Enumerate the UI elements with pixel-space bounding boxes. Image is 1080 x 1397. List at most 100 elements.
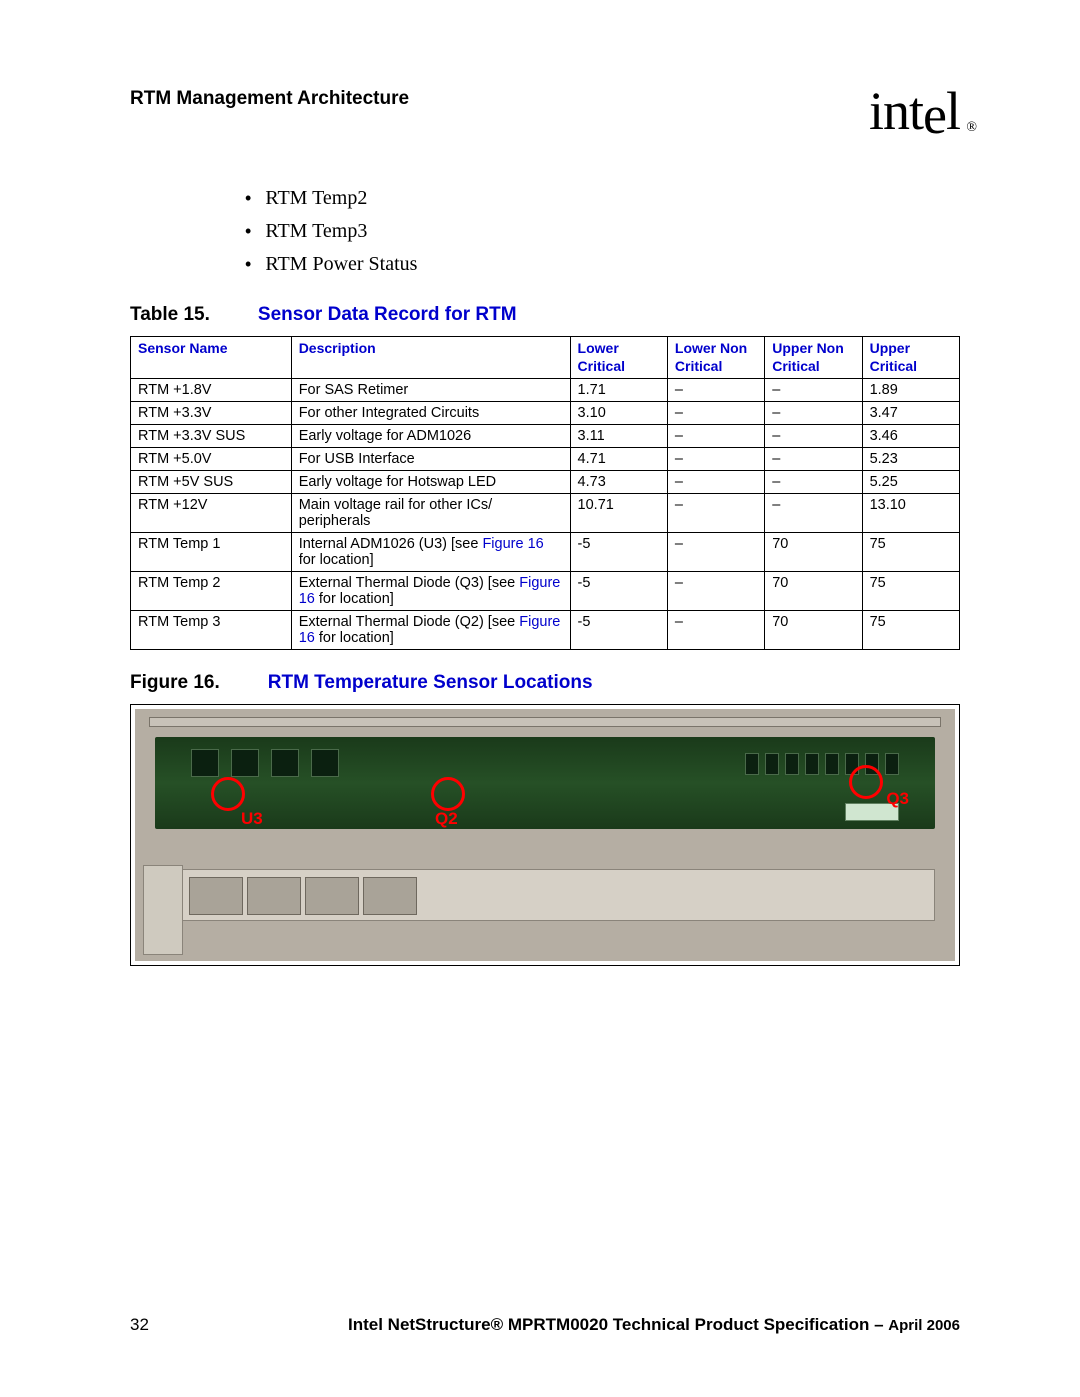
col-upper-critical: Upper Critical bbox=[862, 337, 959, 379]
page-header: RTM Management Architecture intel® bbox=[130, 80, 960, 142]
page-number: 32 bbox=[130, 1315, 149, 1335]
table-row: RTM +5V SUSEarly voltage for Hotswap LED… bbox=[131, 471, 960, 494]
figure-title: RTM Temperature Sensor Locations bbox=[268, 672, 593, 693]
cell-sensor-name: RTM Temp 3 bbox=[131, 611, 292, 650]
cell-description: Early voltage for Hotswap LED bbox=[291, 471, 570, 494]
bullet-list: RTM Temp2 RTM Temp3 RTM Power Status bbox=[245, 187, 960, 276]
cell-value: 75 bbox=[862, 533, 959, 572]
cell-value: – bbox=[765, 471, 862, 494]
cell-description: Early voltage for ADM1026 bbox=[291, 425, 570, 448]
figure-link[interactable]: Figure 16 bbox=[299, 575, 561, 607]
table-caption: Table 15. Sensor Data Record for RTM bbox=[130, 304, 960, 326]
table-row: RTM Temp 3External Thermal Diode (Q2) [s… bbox=[131, 611, 960, 650]
sensor-label-q2: Q2 bbox=[435, 809, 458, 829]
cell-value: 5.23 bbox=[862, 448, 959, 471]
pcb-ports bbox=[189, 877, 417, 915]
cell-value: 4.71 bbox=[570, 448, 667, 471]
cell-value: 13.10 bbox=[862, 494, 959, 533]
table-row: RTM Temp 1Internal ADM1026 (U3) [see Fig… bbox=[131, 533, 960, 572]
cell-value: – bbox=[765, 448, 862, 471]
cell-value: 3.47 bbox=[862, 402, 959, 425]
cell-value: – bbox=[667, 425, 764, 448]
pcb-top-rail bbox=[149, 717, 941, 727]
sensor-label-u3: U3 bbox=[241, 809, 263, 829]
sensor-marker-u3 bbox=[211, 777, 245, 811]
pcb-large-chips bbox=[191, 749, 339, 777]
cell-sensor-name: RTM +3.3V bbox=[131, 402, 292, 425]
footer-title: Intel NetStructure® MPRTM0020 Technical … bbox=[179, 1315, 960, 1335]
cell-sensor-name: RTM +12V bbox=[131, 494, 292, 533]
cell-value: – bbox=[765, 425, 862, 448]
footer-date: April 2006 bbox=[888, 1317, 960, 1334]
cell-value: 3.10 bbox=[570, 402, 667, 425]
cell-value: – bbox=[667, 471, 764, 494]
table-label: Table 15. bbox=[130, 304, 210, 325]
cell-value: -5 bbox=[570, 611, 667, 650]
cell-value: – bbox=[667, 379, 764, 402]
intel-logo: intel® bbox=[869, 80, 960, 142]
cell-value: – bbox=[667, 572, 764, 611]
cell-value: 1.89 bbox=[862, 379, 959, 402]
sensor-label-q3: Q3 bbox=[886, 789, 909, 809]
sensor-marker-q2 bbox=[431, 777, 465, 811]
cell-description: For USB Interface bbox=[291, 448, 570, 471]
col-lower-non-critical: Lower Non Critical bbox=[667, 337, 764, 379]
table-title: Sensor Data Record for RTM bbox=[258, 304, 517, 325]
figure-caption: Figure 16. RTM Temperature Sensor Locatio… bbox=[130, 672, 960, 694]
cell-value: 75 bbox=[862, 572, 959, 611]
table-row: RTM +12VMain voltage rail for other ICs/… bbox=[131, 494, 960, 533]
cell-value: 1.71 bbox=[570, 379, 667, 402]
cell-value: 5.25 bbox=[862, 471, 959, 494]
col-upper-non-critical: Upper Non Critical bbox=[765, 337, 862, 379]
cell-value: 4.73 bbox=[570, 471, 667, 494]
cell-value: 70 bbox=[765, 572, 862, 611]
cell-value: -5 bbox=[570, 572, 667, 611]
cell-value: – bbox=[667, 611, 764, 650]
cell-value: – bbox=[765, 379, 862, 402]
table-header-row: Sensor Name Description Lower Critical L… bbox=[131, 337, 960, 379]
cell-description: Internal ADM1026 (U3) [see Figure 16 for… bbox=[291, 533, 570, 572]
cell-value: – bbox=[765, 402, 862, 425]
cell-sensor-name: RTM Temp 2 bbox=[131, 572, 292, 611]
table-row: RTM +5.0VFor USB Interface4.71––5.23 bbox=[131, 448, 960, 471]
figure-label: Figure 16. bbox=[130, 672, 220, 693]
cell-value: 70 bbox=[765, 533, 862, 572]
figure-image: U3 Q2 Q3 bbox=[130, 704, 960, 966]
cell-description: External Thermal Diode (Q2) [see Figure … bbox=[291, 611, 570, 650]
list-item: RTM Temp3 bbox=[245, 220, 960, 243]
col-description: Description bbox=[291, 337, 570, 379]
registered-icon: ® bbox=[966, 120, 976, 136]
cell-value: – bbox=[667, 402, 764, 425]
table-row: RTM Temp 2External Thermal Diode (Q3) [s… bbox=[131, 572, 960, 611]
cell-value: – bbox=[667, 448, 764, 471]
cell-value: – bbox=[667, 533, 764, 572]
cell-value: -5 bbox=[570, 533, 667, 572]
table-row: RTM +3.3VFor other Integrated Circuits3.… bbox=[131, 402, 960, 425]
cell-value: – bbox=[667, 494, 764, 533]
cell-value: 75 bbox=[862, 611, 959, 650]
cell-value: 70 bbox=[765, 611, 862, 650]
page-footer: 32 Intel NetStructure® MPRTM0020 Technic… bbox=[130, 1315, 960, 1335]
cell-value: – bbox=[765, 494, 862, 533]
cell-sensor-name: RTM +3.3V SUS bbox=[131, 425, 292, 448]
cell-description: For SAS Retimer bbox=[291, 379, 570, 402]
list-item: RTM Power Status bbox=[245, 253, 960, 276]
figure-link[interactable]: Figure 16 bbox=[299, 614, 561, 646]
cell-sensor-name: RTM +1.8V bbox=[131, 379, 292, 402]
sensor-marker-q3 bbox=[849, 765, 883, 799]
section-title: RTM Management Architecture bbox=[130, 88, 409, 110]
cell-value: 10.71 bbox=[570, 494, 667, 533]
list-item: RTM Temp2 bbox=[245, 187, 960, 210]
figure-link[interactable]: Figure 16 bbox=[482, 536, 543, 552]
cell-sensor-name: RTM +5.0V bbox=[131, 448, 292, 471]
table-row: RTM +3.3V SUSEarly voltage for ADM10263.… bbox=[131, 425, 960, 448]
col-lower-critical: Lower Critical bbox=[570, 337, 667, 379]
table-row: RTM +1.8VFor SAS Retimer1.71––1.89 bbox=[131, 379, 960, 402]
pcb-handle bbox=[143, 865, 183, 955]
cell-value: 3.11 bbox=[570, 425, 667, 448]
cell-value: 3.46 bbox=[862, 425, 959, 448]
sensor-data-table: Sensor Name Description Lower Critical L… bbox=[130, 336, 960, 650]
col-sensor-name: Sensor Name bbox=[131, 337, 292, 379]
cell-description: External Thermal Diode (Q3) [see Figure … bbox=[291, 572, 570, 611]
cell-sensor-name: RTM +5V SUS bbox=[131, 471, 292, 494]
